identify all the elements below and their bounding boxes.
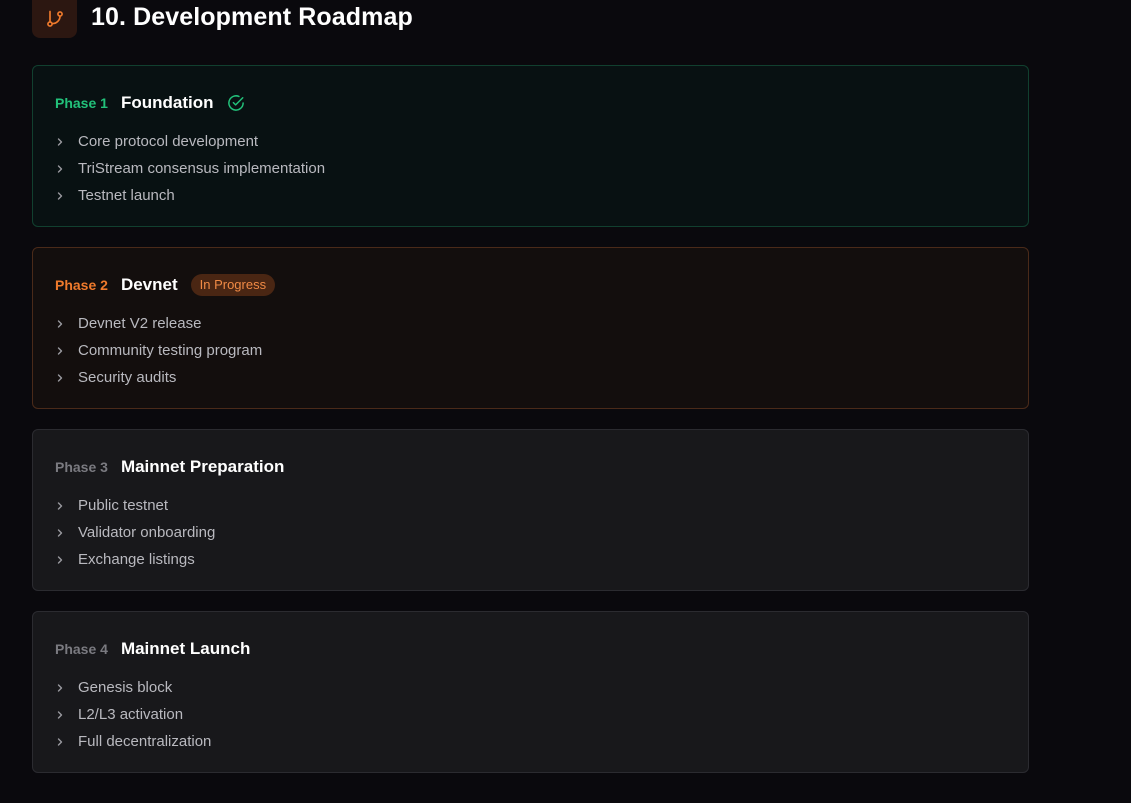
phase-item-list: Devnet V2 release Community testing prog… xyxy=(55,310,262,391)
list-item-label: Public testnet xyxy=(78,497,169,514)
phase-number: Phase 4 xyxy=(55,641,108,657)
chevron-right-icon xyxy=(55,710,78,720)
phase-title: Foundation xyxy=(120,93,214,112)
list-item-label: Devnet V2 release xyxy=(78,315,202,332)
phase-header: Phase 1 Foundation xyxy=(55,92,245,114)
list-item-label: Exchange listings xyxy=(78,551,195,568)
phase-title: Mainnet Preparation xyxy=(120,457,285,476)
list-item: Community testing program xyxy=(55,337,262,364)
phase-item-list: Core protocol development TriStream cons… xyxy=(55,128,325,209)
phase-header: Phase 3 Mainnet Preparation xyxy=(55,456,284,478)
list-item-label: Full decentralization xyxy=(78,733,212,750)
list-item: Testnet launch xyxy=(55,182,325,209)
chevron-right-icon xyxy=(55,191,78,201)
check-circle-icon xyxy=(227,94,245,112)
list-item: Exchange listings xyxy=(55,546,215,573)
list-item: L2/L3 activation xyxy=(55,701,211,728)
chevron-right-icon xyxy=(55,683,78,693)
list-item-label: TriStream consensus implementation xyxy=(78,160,326,177)
list-item: TriStream consensus implementation xyxy=(55,155,325,182)
phase-title: Devnet xyxy=(120,275,178,294)
list-item: Public testnet xyxy=(55,492,215,519)
page-title: 10. Development Roadmap xyxy=(91,2,413,31)
phase-card-mainnet-preparation: Phase 3 Mainnet Preparation Public testn… xyxy=(32,429,1029,591)
list-item: Devnet V2 release xyxy=(55,310,262,337)
chevron-right-icon xyxy=(55,501,78,511)
phase-item-list: Genesis block L2/L3 activation Full dece… xyxy=(55,674,211,755)
chevron-right-icon xyxy=(55,555,78,565)
phase-header: Phase 4 Mainnet Launch xyxy=(55,638,250,660)
list-item: Security audits xyxy=(55,364,262,391)
list-item-label: L2/L3 activation xyxy=(78,706,184,723)
chevron-right-icon xyxy=(55,737,78,747)
git-branch-icon xyxy=(32,0,77,38)
section-header: 10. Development Roadmap xyxy=(32,0,413,38)
chevron-right-icon xyxy=(55,373,78,383)
phase-number: Phase 1 xyxy=(55,95,108,111)
phase-card-foundation: Phase 1 Foundation Core protocol develop… xyxy=(32,65,1029,227)
status-badge: In Progress xyxy=(190,274,276,296)
list-item: Core protocol development xyxy=(55,128,325,155)
phase-item-list: Public testnet Validator onboarding Exch… xyxy=(55,492,215,573)
chevron-right-icon xyxy=(55,164,78,174)
list-item-label: Validator onboarding xyxy=(78,524,216,541)
list-item-label: Core protocol development xyxy=(78,133,259,150)
list-item-label: Security audits xyxy=(78,369,177,386)
list-item-label: Genesis block xyxy=(78,679,173,696)
chevron-right-icon xyxy=(55,319,78,329)
chevron-right-icon xyxy=(55,137,78,147)
list-item: Genesis block xyxy=(55,674,211,701)
chevron-right-icon xyxy=(55,346,78,356)
phase-card-mainnet-launch: Phase 4 Mainnet Launch Genesis block L2/… xyxy=(32,611,1029,773)
chevron-right-icon xyxy=(55,528,78,538)
list-item: Full decentralization xyxy=(55,728,211,755)
phase-number: Phase 3 xyxy=(55,459,108,475)
phase-number: Phase 2 xyxy=(55,277,108,293)
phase-header: Phase 2 Devnet In Progress xyxy=(55,274,276,296)
phase-card-devnet: Phase 2 Devnet In Progress Devnet V2 rel… xyxy=(32,247,1029,409)
list-item: Validator onboarding xyxy=(55,519,215,546)
list-item-label: Testnet launch xyxy=(78,187,175,204)
list-item-label: Community testing program xyxy=(78,342,263,359)
phase-title: Mainnet Launch xyxy=(120,639,251,658)
